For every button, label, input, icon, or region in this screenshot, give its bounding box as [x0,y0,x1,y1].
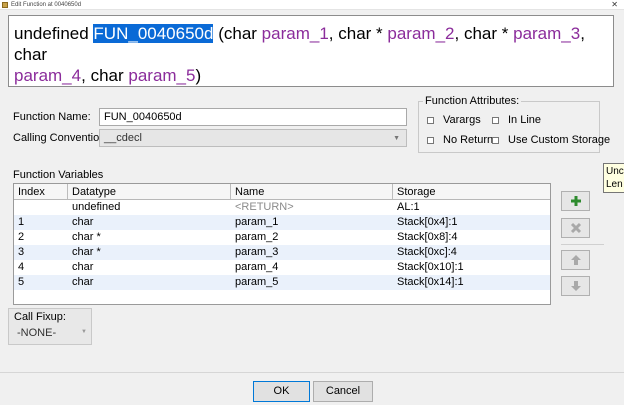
function-name-input[interactable]: FUN_0040650d [99,108,407,126]
column-header-storage[interactable]: Storage [393,184,550,199]
signature-separator: , [328,24,339,43]
cell-name[interactable]: param_1 [231,215,393,230]
signature-param-name: param_4 [14,66,82,85]
table-row[interactable]: 4 char param_4 Stack[0x10]:1 [14,260,550,275]
cell-datatype[interactable]: undefined [68,200,231,215]
cell-name[interactable]: param_4 [231,260,393,275]
title-bar: Edit Function at 0040650d ✕ [0,0,624,10]
cell-datatype[interactable]: char * [68,230,231,245]
inline-checkbox[interactable]: In Line [492,114,541,126]
plus-icon [570,196,581,206]
column-header-index[interactable]: Index [14,184,68,199]
varargs-checkbox[interactable]: Varargs [427,114,481,126]
custom-storage-checkbox[interactable]: Use Custom Storage [492,134,610,146]
signature-editor[interactable]: undefined FUN_0040650d (char param_1, ch… [8,15,614,87]
cell-name[interactable]: param_5 [231,275,393,290]
signature-param-type: char [90,66,124,85]
move-up-button[interactable] [561,250,590,270]
no-return-checkbox[interactable]: No Return [427,134,493,146]
cell-storage[interactable]: Stack[0x4]:1 [393,215,550,230]
cell-storage[interactable]: AL:1 [393,200,550,215]
signature-param-type: char * [463,24,509,43]
arrow-up-icon [570,255,581,265]
table-row[interactable]: undefined <RETURN> AL:1 [14,200,550,215]
table-header: Index Datatype Name Storage [14,184,550,200]
cell-index: 1 [18,216,25,228]
signature-return-type: undefined [14,24,89,43]
cell-index: 2 [18,231,25,243]
call-fixup-label: Call Fixup: [14,311,66,323]
function-attributes-group: Function Attributes: Varargs In Line No … [418,95,610,153]
cell-index: 5 [18,276,25,288]
cell-name[interactable]: param_2 [231,230,393,245]
signature-function-name[interactable]: FUN_0040650d [93,24,214,43]
signature-param-name: param_5 [128,66,196,85]
cell-storage[interactable]: Stack[0x10]:1 [393,260,550,275]
cell-storage[interactable]: Stack[0xc]:4 [393,245,550,260]
calling-convention-select[interactable]: __cdecl ▼ [99,129,407,147]
cell-datatype[interactable]: char * [68,245,231,260]
signature-param-name: param_3 [513,24,581,43]
chevron-down-icon: ▼ [393,135,400,142]
table-row[interactable]: 2 char * param_2 Stack[0x8]:4 [14,230,550,245]
remove-variable-button[interactable] [561,218,590,238]
custom-storage-label: Use Custom Storage [508,134,611,146]
signature-separator: , [81,66,91,85]
column-header-name[interactable]: Name [231,184,393,199]
cell-datatype[interactable]: char [68,215,231,230]
variables-table: Index Datatype Name Storage undefined <R… [13,183,551,305]
function-name-label: Function Name: [13,111,91,123]
x-icon [570,222,581,234]
ok-button[interactable]: OK [253,381,310,402]
checkbox-icon [492,136,499,144]
signature-param-name: param_1 [261,24,329,43]
table-row[interactable]: 1 char param_1 Stack[0x4]:1 [14,215,550,230]
move-down-button[interactable] [561,276,590,296]
cell-storage[interactable]: Stack[0x14]:1 [393,275,550,290]
signature-param-name: param_2 [387,24,455,43]
cell-storage[interactable]: Stack[0x8]:4 [393,230,550,245]
chevron-down-icon: ▼ [81,329,87,335]
cell-name[interactable]: param_3 [231,245,393,260]
calling-convention-value: __cdecl [104,132,142,144]
checkbox-icon [427,116,434,124]
signature-param-type: char [14,45,48,64]
signature-close-paren: ) [195,66,202,85]
cell-name[interactable]: <RETURN> [231,200,393,215]
checkbox-icon [427,136,434,144]
table-row[interactable]: 5 char param_5 Stack[0x14]:1 [14,275,550,290]
signature-separator: , [454,24,464,43]
cell-datatype[interactable]: char [68,275,231,290]
footer-divider [0,372,624,373]
function-attributes-legend: Function Attributes: [423,95,522,107]
inline-label: In Line [508,114,542,126]
arrow-down-icon [570,281,581,291]
call-fixup-group: Call Fixup: -NONE- ▼ [8,308,92,345]
cell-index [14,200,68,215]
add-variable-button[interactable] [561,191,590,211]
signature-separator: , [580,24,585,43]
no-return-label: No Return [443,134,494,146]
table-row[interactable]: 3 char * param_3 Stack[0xc]:4 [14,245,550,260]
calling-convention-label: Calling Convention [13,132,106,144]
tooltip-line: Unc [606,166,624,177]
varargs-label: Varargs [443,114,481,126]
tooltip: Unc Len [603,163,624,193]
button-separator [561,244,604,245]
column-header-datatype[interactable]: Datatype [68,184,231,199]
function-variables-label: Function Variables [13,169,104,181]
close-icon[interactable]: ✕ [611,0,618,10]
cell-index: 3 [18,246,25,258]
signature-param-type: char * [338,24,383,43]
cell-datatype[interactable]: char [68,260,231,275]
cell-index: 4 [18,261,25,273]
window-title: Edit Function at 0040650d [11,2,82,8]
signature-param-type: char [223,24,257,43]
call-fixup-select[interactable]: -NONE- [17,327,56,339]
cancel-button[interactable]: Cancel [313,381,373,402]
tooltip-line: Len [606,179,623,190]
app-icon [2,2,8,8]
checkbox-icon [492,116,499,124]
